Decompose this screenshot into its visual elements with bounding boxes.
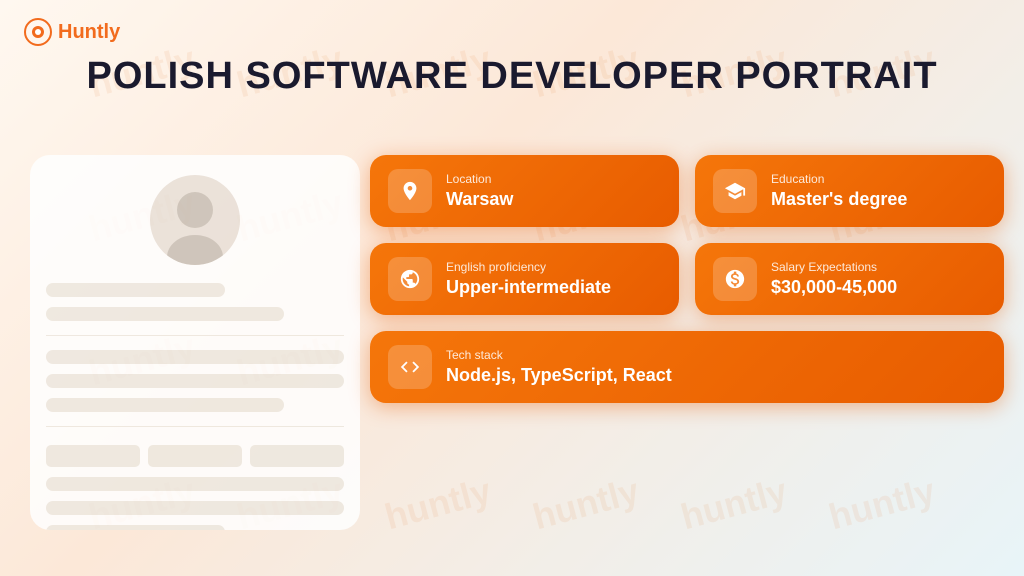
salary-icon xyxy=(713,257,757,301)
location-value: Warsaw xyxy=(446,189,513,210)
location-label: Location xyxy=(446,172,513,186)
techstack-label: Tech stack xyxy=(446,348,672,362)
logo[interactable]: Huntly xyxy=(24,18,120,46)
salary-label: Salary Expectations xyxy=(771,260,897,274)
english-content: English proficiency Upper-intermediate xyxy=(446,260,611,298)
logo-text: Huntly xyxy=(58,21,120,44)
english-icon xyxy=(388,257,432,301)
education-icon xyxy=(713,169,757,213)
english-value: Upper-intermediate xyxy=(446,277,611,298)
education-label: Education xyxy=(771,172,907,186)
profile-card xyxy=(30,155,360,530)
education-value: Master's degree xyxy=(771,189,907,210)
english-label: English proficiency xyxy=(446,260,611,274)
salary-value: $30,000-45,000 xyxy=(771,277,897,298)
techstack-icon xyxy=(388,345,432,389)
techstack-value: Node.js, TypeScript, React xyxy=(446,365,672,386)
location-icon xyxy=(388,169,432,213)
cards-area: Location Warsaw Education Master's degree En… xyxy=(370,155,1004,403)
techstack-content: Tech stack Node.js, TypeScript, React xyxy=(446,348,672,386)
location-content: Location Warsaw xyxy=(446,172,513,210)
education-content: Education Master's degree xyxy=(771,172,907,210)
info-card-salary: Salary Expectations $30,000-45,000 xyxy=(695,243,1004,315)
salary-content: Salary Expectations $30,000-45,000 xyxy=(771,260,897,298)
info-card-techstack: Tech stack Node.js, TypeScript, React xyxy=(370,331,1004,403)
info-card-education: Education Master's degree xyxy=(695,155,1004,227)
page-title: POLISH SOFTWARE DEVELOPER PORTRAIT xyxy=(0,55,1024,98)
info-card-english: English proficiency Upper-intermediate xyxy=(370,243,679,315)
logo-icon xyxy=(24,18,52,46)
info-card-location: Location Warsaw xyxy=(370,155,679,227)
